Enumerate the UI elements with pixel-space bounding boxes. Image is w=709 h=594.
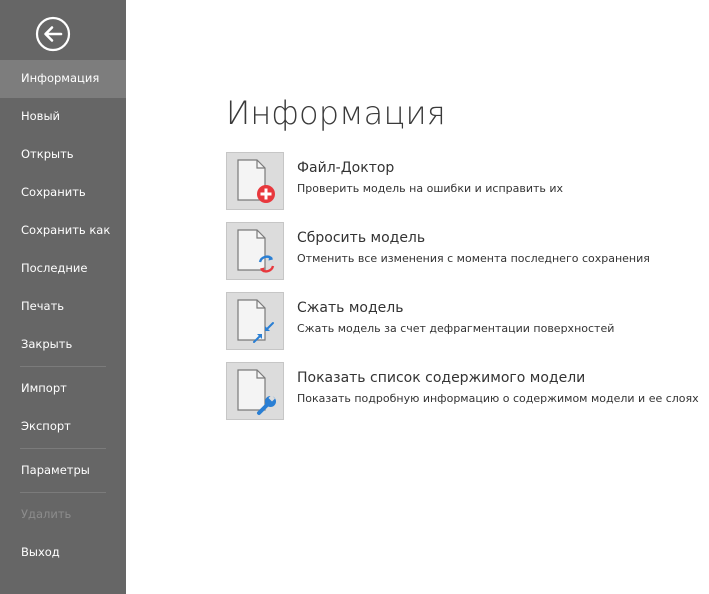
reset-model-title: Сбросить модель	[297, 230, 426, 246]
reset-model-action[interactable]: Сбросить модель Отменить все изменения с…	[226, 222, 696, 280]
file-doctor-title: Файл-Доктор	[297, 160, 395, 176]
sidebar-item-export[interactable]: Экспорт	[0, 408, 126, 446]
file-doctor-icon-tile[interactable]	[226, 152, 284, 210]
file-doctor-description: Проверить модель на ошибки и исправить и…	[297, 182, 564, 195]
sidebar-item-save[interactable]: Сохранить	[0, 174, 126, 212]
document-repair-icon	[237, 159, 275, 203]
sidebar-item-delete: Удалить	[21, 507, 72, 521]
sidebar-item-new[interactable]: Новый	[0, 98, 126, 136]
sidebar-divider	[20, 366, 106, 367]
show-contents-action[interactable]: Показать список содержимого модели Показ…	[226, 362, 699, 420]
sidebar-nav: Информация Новый Открыть Сохранить Сохра…	[0, 60, 126, 572]
back-button[interactable]	[35, 16, 71, 52]
sidebar-item-info[interactable]: Информация	[0, 60, 126, 98]
reset-model-icon-tile[interactable]	[226, 222, 284, 280]
sidebar-divider	[20, 448, 106, 449]
compress-model-action[interactable]: Сжать модель Сжать модель за счет дефраг…	[226, 292, 696, 350]
compress-model-description: Сжать модель за счет дефрагментации пове…	[297, 322, 615, 335]
sidebar-item-settings[interactable]: Параметры	[0, 452, 126, 490]
show-contents-description: Показать подробную информацию о содержим…	[297, 392, 699, 405]
show-contents-title: Показать список содержимого модели	[297, 370, 586, 386]
info-actions-list: Файл-Доктор Проверить модель на ошибки и…	[226, 152, 699, 432]
show-contents-icon-tile[interactable]	[226, 362, 284, 420]
file-doctor-action[interactable]: Файл-Доктор Проверить модель на ошибки и…	[226, 152, 696, 210]
sidebar-item-exit[interactable]: Выход	[0, 534, 126, 572]
sidebar-item-open[interactable]: Открыть	[0, 136, 126, 174]
backstage-sidebar: Информация Новый Открыть Сохранить Сохра…	[0, 0, 126, 594]
sidebar-item-recent[interactable]: Последние	[0, 250, 126, 288]
sidebar-item-print[interactable]: Печать	[0, 288, 126, 326]
document-wrench-icon	[237, 369, 276, 415]
document-compress-icon	[237, 299, 274, 343]
page-title: Информация	[226, 94, 446, 132]
sidebar-item-save-as[interactable]: Сохранить как	[0, 212, 126, 250]
document-reset-icon	[237, 229, 275, 273]
reset-model-description: Отменить все изменения с момента последн…	[297, 252, 650, 265]
sidebar-item-close[interactable]: Закрыть	[0, 326, 126, 364]
sidebar-item-import[interactable]: Импорт	[0, 370, 126, 408]
back-arrow-icon	[35, 16, 71, 52]
compress-model-icon-tile[interactable]	[226, 292, 284, 350]
sidebar-divider	[20, 492, 106, 493]
compress-model-title: Сжать модель	[297, 300, 404, 316]
